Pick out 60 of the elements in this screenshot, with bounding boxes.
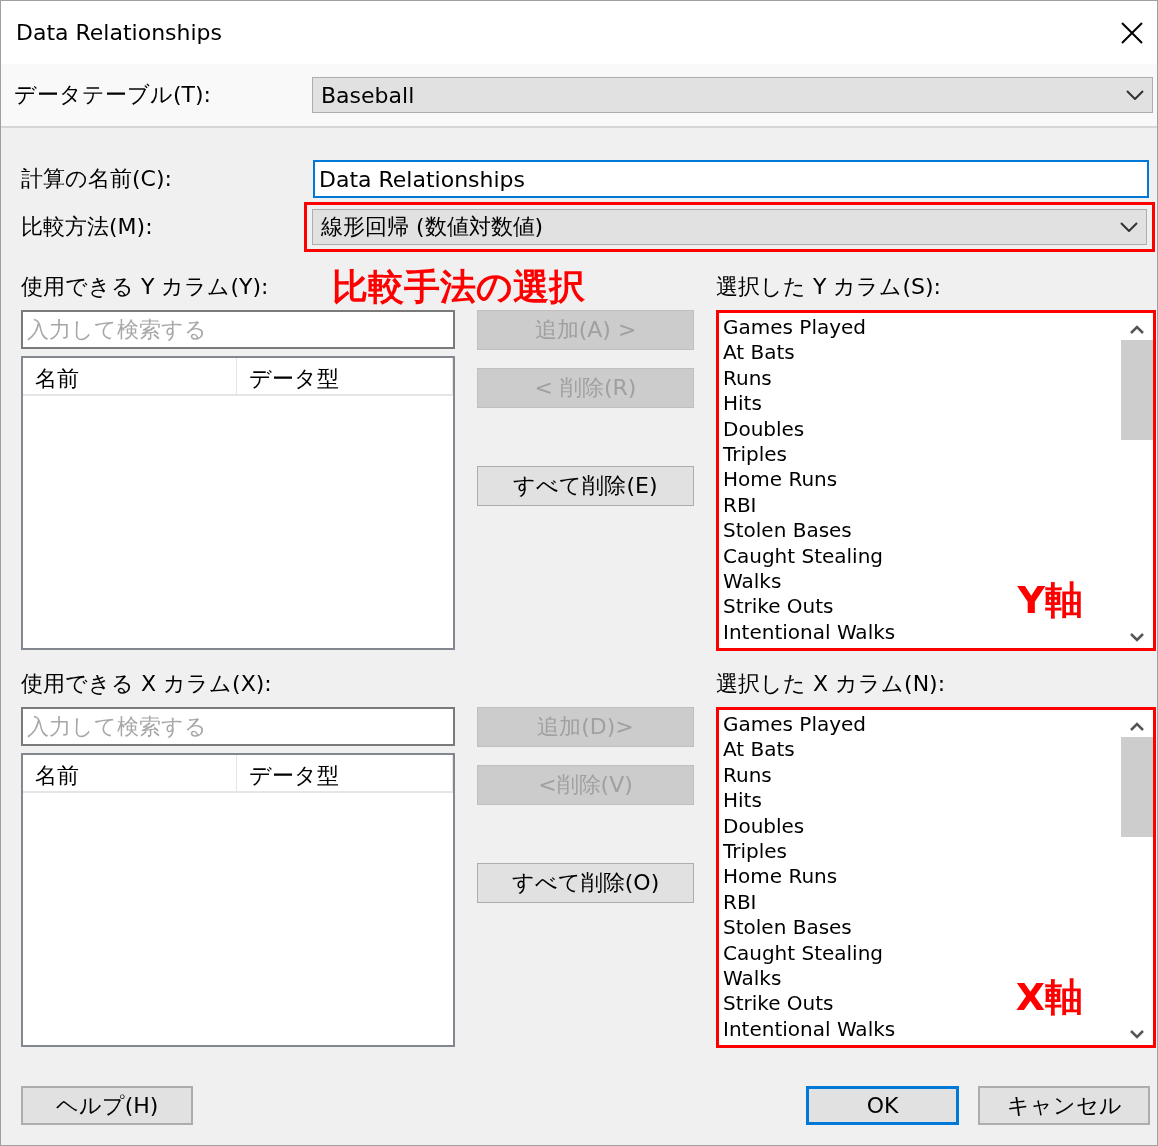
scrollbar-thumb[interactable] bbox=[1121, 737, 1153, 837]
remove-all-button[interactable]: すべて削除(O) bbox=[477, 863, 694, 903]
list-item[interactable]: Triples bbox=[723, 839, 788, 865]
list-item[interactable]: At Bats bbox=[723, 737, 795, 763]
column-header[interactable]: 名前 bbox=[23, 755, 237, 791]
chevron-down-icon bbox=[1120, 222, 1138, 232]
list-item[interactable]: Games Played bbox=[723, 315, 867, 341]
list-item[interactable]: Intentional Walks bbox=[723, 1016, 896, 1043]
list-item[interactable]: RBI bbox=[723, 492, 757, 519]
search-field[interactable]: 入力して検索する bbox=[21, 707, 455, 746]
scroll-down-icon[interactable] bbox=[1130, 1030, 1144, 1039]
comparison-method-dropdown[interactable]: 線形回帰 (数値対数値) bbox=[312, 209, 1147, 245]
list-item[interactable]: Home Runs bbox=[723, 864, 838, 890]
list-item[interactable]: Games Played bbox=[723, 712, 867, 738]
list-label: 使用できる X カラム(X): bbox=[21, 670, 272, 698]
list-item[interactable]: Triples bbox=[723, 442, 788, 468]
annotation-text: X軸 bbox=[1015, 974, 1083, 1021]
list-item[interactable]: Doubles bbox=[723, 813, 805, 840]
list-item[interactable]: Hits bbox=[723, 391, 762, 417]
calculation-name-field[interactable]: Data Relationships bbox=[313, 160, 1149, 198]
list-item[interactable]: Runs bbox=[723, 762, 772, 789]
scroll-down-icon[interactable] bbox=[1130, 633, 1144, 642]
cancel-button[interactable]: キャンセル bbox=[978, 1086, 1150, 1125]
annotation-text: Y軸 bbox=[1017, 577, 1083, 624]
field-label: データテーブル(T): bbox=[14, 81, 213, 109]
field-label: 比較方法(M): bbox=[21, 213, 153, 241]
search-field[interactable]: 入力して検索する bbox=[21, 310, 455, 349]
list-item[interactable]: Stolen Bases bbox=[723, 915, 852, 941]
list-item[interactable]: Walks bbox=[723, 569, 782, 595]
list-item[interactable]: Doubles bbox=[723, 416, 805, 443]
close-icon[interactable] bbox=[1121, 21, 1143, 44]
column-header[interactable]: データ型 bbox=[237, 358, 453, 394]
scroll-up-icon[interactable] bbox=[1130, 325, 1144, 334]
list-item[interactable]: Home Runs bbox=[723, 467, 838, 493]
column-header[interactable]: 名前 bbox=[23, 358, 237, 394]
list-item[interactable]: Stolen Bases bbox=[723, 518, 852, 544]
list-item[interactable]: Caught Stealing bbox=[723, 940, 884, 967]
window-title: Data Relationships bbox=[16, 20, 223, 45]
field-label: 計算の名前(C): bbox=[21, 165, 172, 193]
list-label: 選択した X カラム(N): bbox=[716, 670, 946, 698]
help-button[interactable]: ヘルプ(H) bbox=[21, 1086, 193, 1125]
list-item[interactable]: Intentional Walks bbox=[723, 619, 896, 646]
list-item[interactable]: Strike Outs bbox=[723, 594, 834, 620]
chevron-down-icon bbox=[1126, 90, 1144, 100]
list-item[interactable]: Hits bbox=[723, 788, 762, 814]
ok-button[interactable]: OK bbox=[806, 1086, 959, 1125]
scrollbar-thumb[interactable] bbox=[1121, 340, 1153, 440]
list-item[interactable]: Runs bbox=[723, 365, 772, 392]
remove-all-button[interactable]: すべて削除(E) bbox=[477, 466, 694, 506]
list-item[interactable]: Walks bbox=[723, 966, 782, 992]
list-label: 使用できる Y カラム(Y): bbox=[21, 273, 269, 301]
annotation-text: 比較手法の選択 bbox=[332, 264, 585, 309]
data-table-dropdown[interactable]: Baseball bbox=[312, 77, 1153, 113]
list-item[interactable]: RBI bbox=[723, 889, 757, 916]
list-label: 選択した Y カラム(S): bbox=[716, 273, 941, 301]
list-item[interactable]: At Bats bbox=[723, 340, 795, 366]
list-item[interactable]: Caught Stealing bbox=[723, 543, 884, 570]
scroll-up-icon[interactable] bbox=[1130, 722, 1144, 731]
list-item[interactable]: Strike Outs bbox=[723, 991, 834, 1017]
column-header[interactable]: データ型 bbox=[237, 755, 453, 791]
